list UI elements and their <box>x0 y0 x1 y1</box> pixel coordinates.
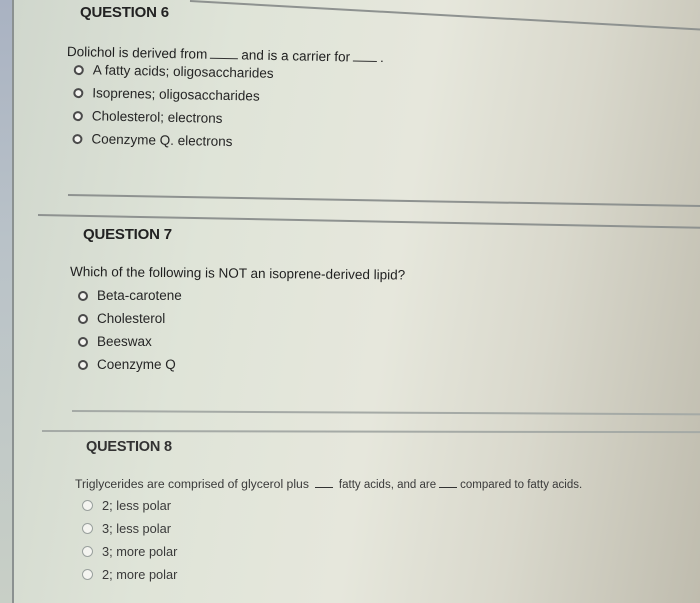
window-edge <box>0 0 12 603</box>
option-d[interactable]: 2; more polar <box>82 563 177 586</box>
divider <box>67 194 700 207</box>
blank <box>314 487 333 488</box>
divider <box>189 0 700 31</box>
radio-button[interactable] <box>72 110 83 121</box>
radio-button[interactable] <box>73 64 84 75</box>
answer-options: Beta-carotene Cholesterol Beeswax Coenzy… <box>78 284 182 376</box>
radio-button[interactable] <box>78 290 88 301</box>
option-a[interactable]: Beta-carotene <box>78 284 182 307</box>
radio-button[interactable] <box>78 359 88 370</box>
question-text: Which of the following is NOT an isopren… <box>69 264 406 283</box>
option-b[interactable]: 3; less polar <box>82 517 177 540</box>
option-a[interactable]: 2; less polar <box>82 494 177 517</box>
option-c[interactable]: 3; more polar <box>82 540 177 563</box>
blank <box>439 487 458 488</box>
radio-button[interactable] <box>78 336 88 347</box>
radio-button[interactable] <box>78 313 88 324</box>
radio-button[interactable] <box>72 133 83 144</box>
option-d[interactable]: Coenzyme Q. electrons <box>72 127 272 154</box>
radio-button[interactable] <box>82 546 93 557</box>
content-border <box>12 0 14 603</box>
answer-options: 2; less polar 3; less polar 3; more pola… <box>82 494 177 586</box>
answer-options: A fatty acids; oligosaccharides Isoprene… <box>72 58 274 154</box>
divider <box>71 410 700 415</box>
option-c[interactable]: Beeswax <box>78 330 182 353</box>
radio-button[interactable] <box>82 523 93 534</box>
blank <box>352 60 377 62</box>
question-title: QUESTION 6 <box>80 4 169 21</box>
radio-button[interactable] <box>73 87 84 98</box>
option-b[interactable]: Cholesterol <box>78 307 182 330</box>
divider <box>41 430 700 433</box>
question-title: QUESTION 7 <box>83 226 172 243</box>
question-text: Triglycerides are comprised of glycerol … <box>75 477 583 491</box>
radio-button[interactable] <box>82 500 93 511</box>
blank <box>210 57 239 60</box>
radio-button[interactable] <box>82 569 93 580</box>
option-d[interactable]: Coenzyme Q <box>78 353 182 376</box>
question-title: QUESTION 8 <box>86 439 172 455</box>
